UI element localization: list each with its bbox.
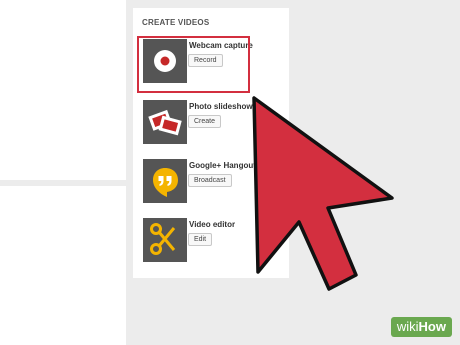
video-editor-title[interactable]: Video editor <box>189 220 235 229</box>
edit-button[interactable]: Edit <box>188 233 213 246</box>
scissors-icon[interactable] <box>143 218 187 262</box>
list-item-hangouts: Google+ Hangouts Broadcast <box>141 159 291 209</box>
list-item-photo-slideshow: Photo slideshow Create <box>141 100 291 150</box>
create-button[interactable]: Create <box>188 115 222 128</box>
highlight-box <box>137 36 250 93</box>
wikihow-watermark: wikiHow <box>390 317 452 337</box>
watermark-brand: How <box>418 319 446 334</box>
panel-heading: CREATE VIDEOS <box>142 18 210 27</box>
photo-slideshow-title[interactable]: Photo slideshow <box>189 102 253 111</box>
broadcast-button[interactable]: Broadcast <box>188 174 232 187</box>
photos-icon[interactable] <box>143 100 187 144</box>
left-content-panel-lower <box>0 186 126 345</box>
hangouts-title[interactable]: Google+ Hangouts <box>189 161 260 170</box>
left-content-panel <box>0 0 126 180</box>
watermark-prefix: wiki <box>396 319 419 334</box>
list-item-video-editor: Video editor Edit <box>141 218 291 268</box>
hangouts-icon[interactable] <box>143 159 187 203</box>
